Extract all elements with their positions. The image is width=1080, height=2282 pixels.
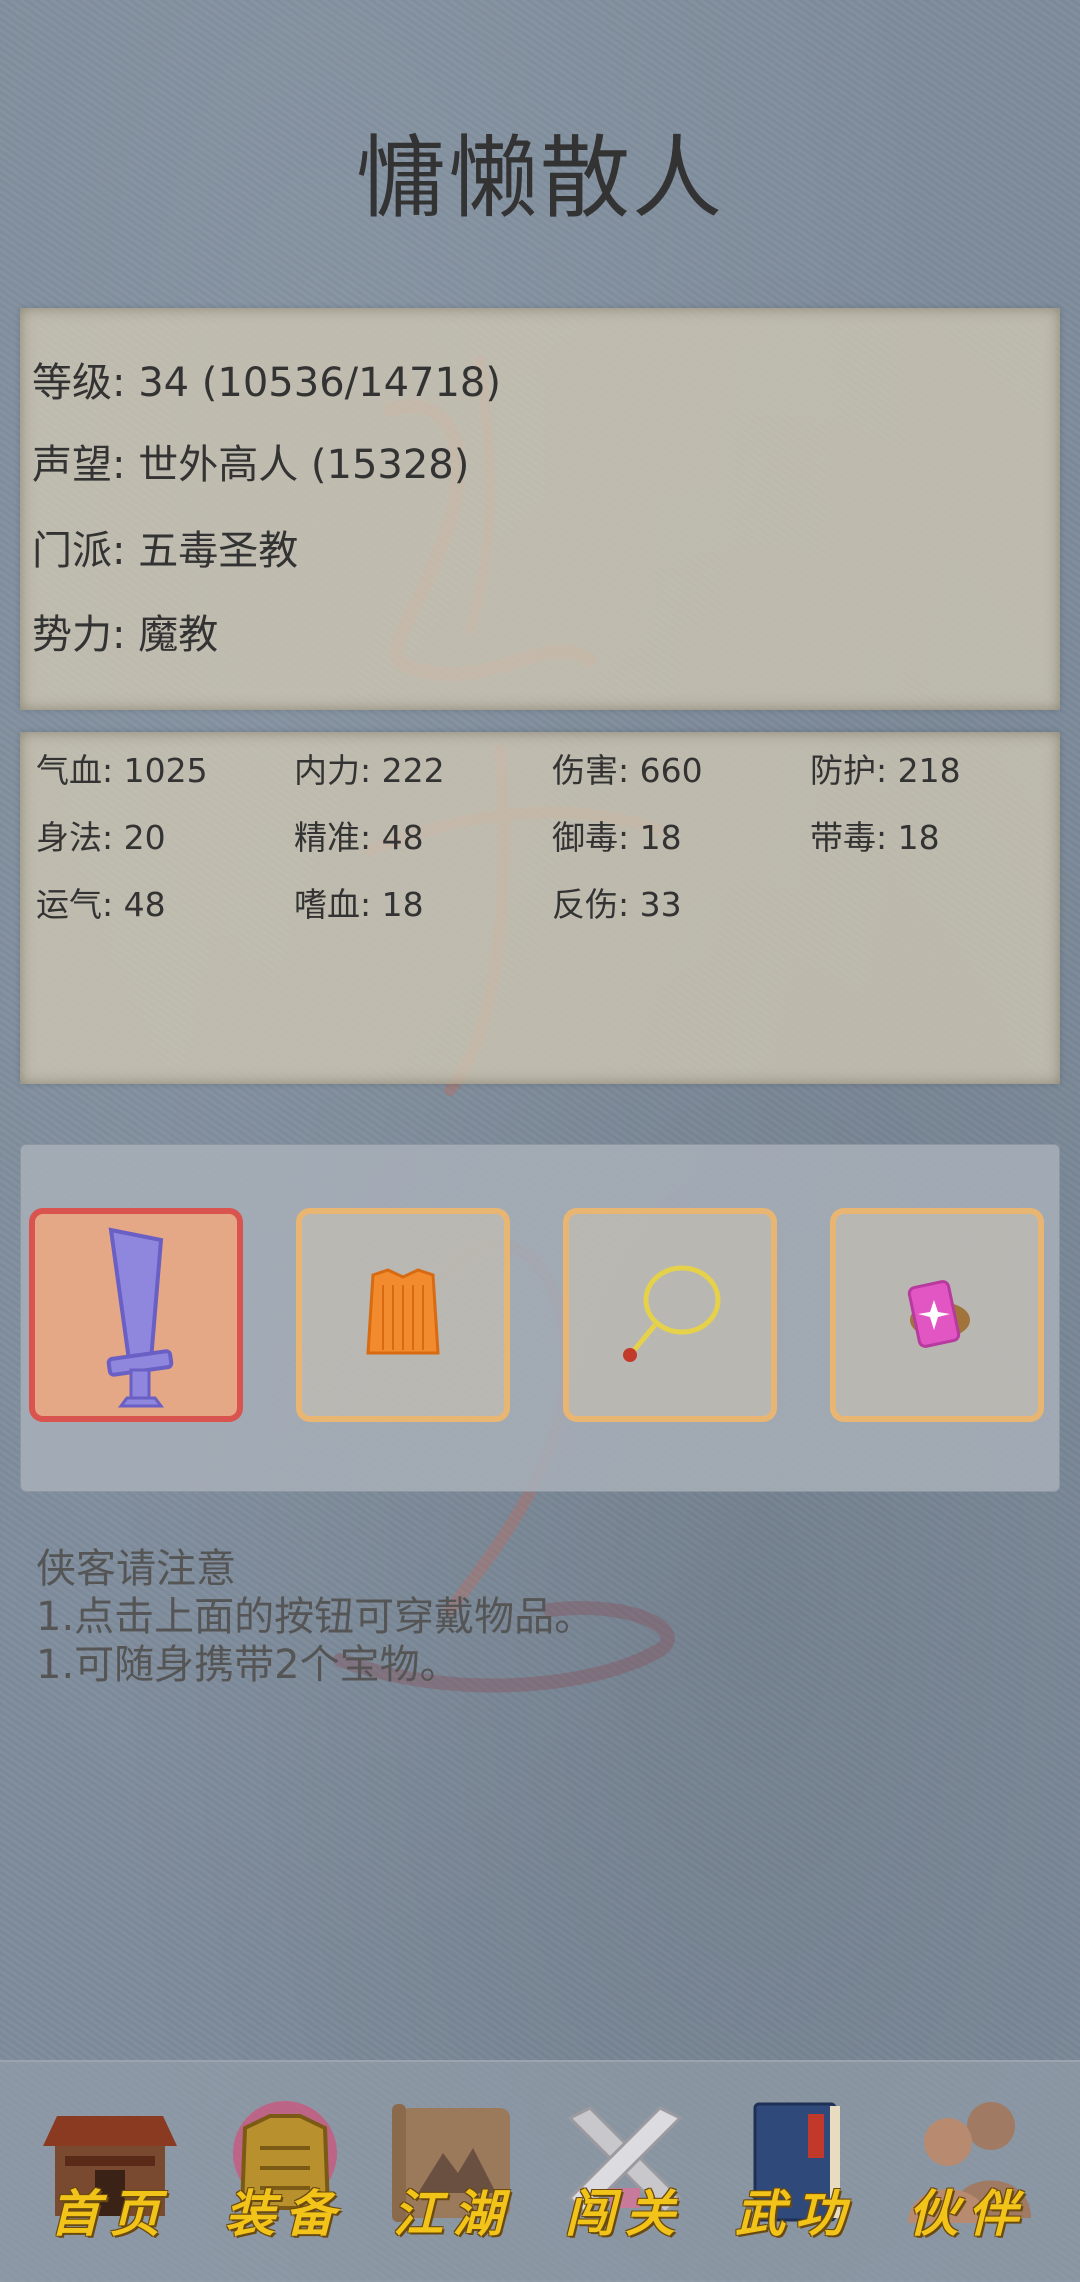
nav-martial-arts-label: 武功 bbox=[735, 2184, 855, 2243]
notes-heading: 侠客请注意 bbox=[36, 1546, 236, 1592]
notes-section: 侠客请注意 1.点击上面的按钮可穿戴物品。 1.可随身携带2个宝物。 bbox=[36, 1545, 594, 1689]
attributes-panel: 气血: 1025 内力: 222 伤害: 660 防护: 218 身法: 20 … bbox=[20, 732, 1060, 1084]
stat-damage: 伤害: 660 bbox=[552, 751, 703, 790]
equip-slot-weapon[interactable] bbox=[29, 1208, 243, 1422]
faction-text: 势力: 魔教 bbox=[32, 612, 219, 658]
nav-home[interactable]: 首页 bbox=[35, 2098, 185, 2258]
page-title: 慵懒散人 bbox=[356, 126, 724, 231]
nav-equipment-label: 装备 bbox=[225, 2184, 345, 2243]
sect-text: 门派: 五毒圣教 bbox=[32, 528, 299, 574]
stat-hp: 气血: 1025 bbox=[36, 751, 208, 790]
stat-defense: 防护: 218 bbox=[810, 751, 961, 790]
nav-challenge[interactable]: 闯关 bbox=[550, 2098, 700, 2258]
equip-slot-treasure[interactable] bbox=[830, 1208, 1044, 1422]
bottom-navigation: 首页 装备 江湖 闯关 武功 伙伴 bbox=[0, 2060, 1080, 2282]
notes-line-1: 1.点击上面的按钮可穿戴物品。 bbox=[36, 1594, 595, 1640]
nav-challenge-label: 闯关 bbox=[565, 2184, 685, 2243]
stat-accuracy: 精准: 48 bbox=[294, 818, 424, 857]
nav-jianghu-label: 江湖 bbox=[393, 2184, 513, 2243]
prestige-text: 声望: 世外高人 (15328) bbox=[32, 442, 470, 488]
stat-bloodthirst: 嗜血: 18 bbox=[294, 885, 424, 924]
level-text: 等级: 34 (10536/14718) bbox=[32, 360, 501, 406]
nav-martial-arts[interactable]: 武功 bbox=[720, 2098, 870, 2258]
nav-companions[interactable]: 伙伴 bbox=[893, 2098, 1043, 2258]
nav-jianghu[interactable]: 江湖 bbox=[378, 2098, 528, 2258]
armor-icon bbox=[366, 1268, 440, 1355]
character-info-panel: 等级: 34 (10536/14718) 声望: 世外高人 (15328) 门派… bbox=[20, 308, 1060, 710]
equipment-panel bbox=[20, 1144, 1060, 1492]
stat-poison: 带毒: 18 bbox=[810, 818, 940, 857]
gem-icon bbox=[907, 1280, 970, 1348]
sword-icon bbox=[106, 1227, 174, 1408]
stat-reflect: 反伤: 33 bbox=[552, 885, 682, 924]
equip-slot-armor[interactable] bbox=[296, 1208, 510, 1422]
stat-inner-power: 内力: 222 bbox=[294, 751, 445, 790]
stat-agility: 身法: 20 bbox=[36, 818, 166, 857]
necklace-icon bbox=[623, 1265, 721, 1362]
nav-equipment[interactable]: 装备 bbox=[210, 2098, 360, 2258]
stat-luck: 运气: 48 bbox=[36, 885, 166, 924]
nav-companions-label: 伙伴 bbox=[908, 2184, 1028, 2243]
notes-line-2: 1.可随身携带2个宝物。 bbox=[36, 1642, 460, 1688]
stat-poison-resist: 御毒: 18 bbox=[552, 818, 682, 857]
nav-home-label: 首页 bbox=[50, 2184, 170, 2243]
equip-slot-necklace[interactable] bbox=[563, 1208, 777, 1422]
